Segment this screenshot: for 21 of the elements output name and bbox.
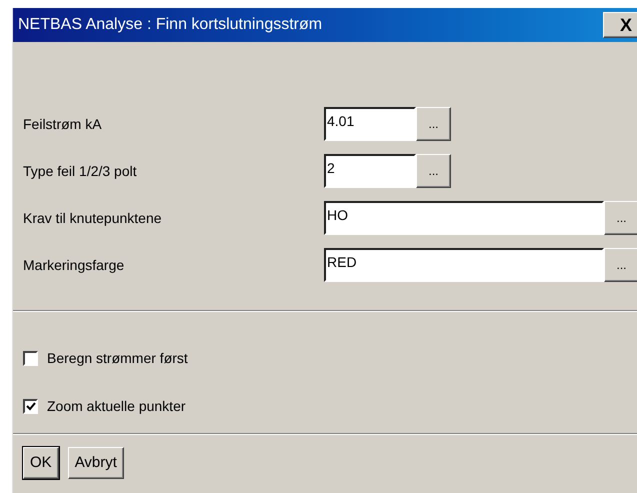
- dialog-button[interactable]: Avbryt: [68, 447, 124, 479]
- field-label: Feilstrøm kA: [23, 114, 103, 134]
- checkbox[interactable]: [23, 350, 38, 366]
- input-field[interactable]: RED: [324, 248, 604, 282]
- input-field[interactable]: 2: [324, 154, 416, 188]
- check-icon: [26, 402, 36, 410]
- checkbox-label: Zoom aktuelle punkter: [47, 396, 186, 416]
- checkbox-label: Beregn strømmer først: [47, 348, 188, 368]
- browse-button[interactable]: ...: [416, 107, 451, 141]
- close-button[interactable]: X: [603, 12, 637, 38]
- field-label: Type feil 1/2/3 polt: [23, 162, 138, 181]
- browse-button[interactable]: ...: [604, 201, 637, 235]
- dialog-button[interactable]: OK: [23, 447, 59, 479]
- input-field[interactable]: 4.01: [324, 107, 416, 141]
- browse-button[interactable]: ...: [604, 248, 637, 282]
- field-label: Markeringsfarge: [23, 256, 126, 275]
- browse-button[interactable]: ...: [416, 154, 451, 188]
- checkbox[interactable]: [23, 398, 38, 414]
- window-title: NETBAS Analyse : Finn kortslutningsstrøm: [18, 15, 322, 35]
- input-field[interactable]: HO: [324, 201, 604, 235]
- field-label: Krav til knutepunktene: [23, 208, 163, 228]
